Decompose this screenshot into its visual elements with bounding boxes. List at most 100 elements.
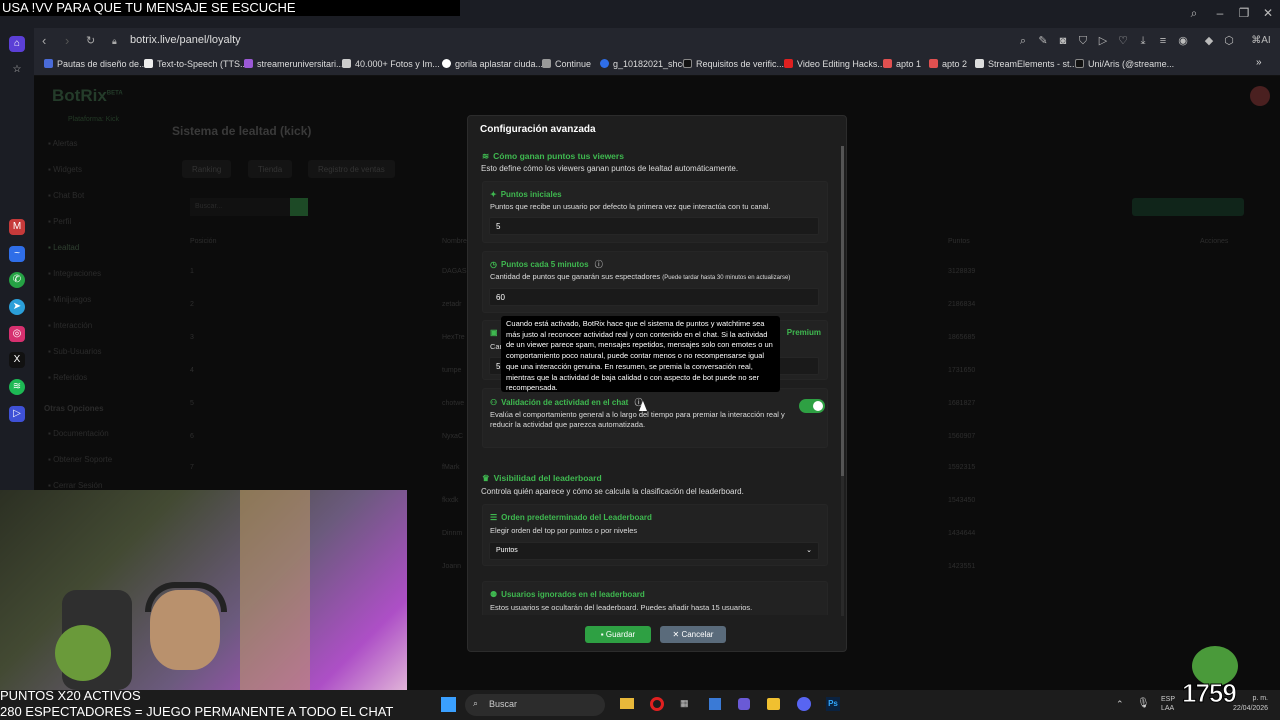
whatsapp-icon[interactable]: ✆: [9, 272, 25, 288]
initial-points-input[interactable]: 5: [489, 217, 819, 235]
points-5min-input[interactable]: 60: [489, 288, 819, 306]
nav-minijuegos[interactable]: ▪ Minijuegos: [48, 295, 91, 304]
table-row-name: tumpe: [442, 367, 462, 374]
cancel-button[interactable]: ✕ Cancelar: [660, 626, 726, 643]
bookmark-item[interactable]: streameruniversitari...: [244, 59, 344, 69]
nav-widgets[interactable]: ▪ Widgets: [48, 165, 82, 174]
player-icon[interactable]: ▷: [9, 406, 25, 422]
microphone-icon[interactable]: 🎙︎: [1137, 698, 1150, 709]
table-row-name: zetadr: [442, 301, 462, 308]
nav-documentacion[interactable]: ▪ Documentación: [48, 429, 109, 438]
ranking-search-input[interactable]: Buscar...: [190, 198, 290, 216]
instagram-icon[interactable]: ◎: [9, 326, 25, 342]
bookmark-item[interactable]: apto 1: [883, 59, 921, 69]
nav-cerrar-sesion[interactable]: ▪ Cerrar Sesión: [48, 481, 102, 490]
bookmark-item[interactable]: Uni/Aris (@streame...: [1075, 59, 1174, 69]
nav-soporte[interactable]: ▪ Obtener Soporte: [48, 455, 112, 464]
store-bag-icon[interactable]: [767, 698, 780, 710]
extension-icon[interactable]: ◆: [1203, 35, 1215, 47]
bookmark-item[interactable]: apto 2: [929, 59, 967, 69]
messenger-icon[interactable]: ~: [9, 246, 25, 262]
download-icon[interactable]: ⤓: [1137, 35, 1149, 47]
menu-icon[interactable]: ≡: [1157, 35, 1169, 47]
activity-validation-toggle[interactable]: [799, 399, 825, 413]
home-icon[interactable]: ⌂: [9, 36, 25, 52]
avatar[interactable]: [1250, 86, 1270, 106]
folder-icon[interactable]: [620, 698, 634, 709]
opera-icon[interactable]: [650, 697, 664, 711]
search-icon[interactable]: ⌕: [1186, 6, 1202, 21]
tab-registro[interactable]: Registro de ventas: [308, 160, 395, 178]
play-icon[interactable]: ▷: [1097, 35, 1109, 47]
ai-button[interactable]: ⌘AI: [1246, 35, 1276, 47]
nav-perfil[interactable]: ▪ Perfil: [48, 217, 71, 226]
default-order-select[interactable]: Puntos ⌄: [489, 542, 819, 560]
bookmark-item[interactable]: Text-to-Speech (TTS...: [144, 59, 248, 69]
clock-icon: ◷: [490, 260, 497, 269]
initial-points-desc: Puntos que recibe un usuario por defecto…: [490, 202, 771, 211]
info-icon[interactable]: ⓘ: [595, 260, 603, 269]
reload-icon[interactable]: ↻: [86, 34, 95, 47]
table-row-points: 2186834: [948, 301, 976, 308]
camera-icon[interactable]: ◙: [1057, 35, 1069, 47]
nav-interaccion[interactable]: ▪ Interacción: [48, 321, 92, 330]
ranking-search-button[interactable]: [290, 198, 308, 216]
modal-scrollbar[interactable]: [841, 146, 844, 616]
chevron-up-icon[interactable]: ⌃: [1116, 699, 1124, 710]
shield-icon[interactable]: ⛉: [1077, 35, 1089, 47]
edit-icon[interactable]: ✎: [1037, 35, 1049, 47]
telegram-icon[interactable]: ➤: [9, 299, 25, 315]
gmail-icon[interactable]: M: [9, 219, 25, 235]
heart-icon[interactable]: ♡: [1117, 35, 1129, 47]
nav-lealtad[interactable]: ▪ Lealtad: [48, 243, 79, 252]
restore-icon[interactable]: ❐: [1236, 6, 1252, 20]
nav-chatbot[interactable]: ▪ Chat Bot: [48, 191, 84, 200]
nav-referidos[interactable]: ▪ Referidos: [48, 373, 87, 382]
nav-alertas[interactable]: ▪ Alertas: [48, 139, 78, 148]
bookmark-item[interactable]: Pautas de diseño de...: [44, 59, 147, 69]
nav-subusuarios[interactable]: ▪ Sub-Usuarios: [48, 347, 102, 356]
teams-icon[interactable]: [738, 698, 750, 710]
language-indicator[interactable]: ESP LAA: [1161, 695, 1175, 713]
modal-title: Configuración avanzada: [480, 124, 596, 135]
back-icon[interactable]: ‹: [42, 33, 46, 48]
wallet-icon[interactable]: ⬡: [1223, 35, 1235, 47]
zoom-icon[interactable]: ⌕: [1017, 35, 1029, 47]
tab-tienda[interactable]: Tienda: [248, 160, 293, 178]
table-row-name: fMark: [442, 464, 460, 471]
table-row-pos: 2: [190, 301, 194, 308]
windows-start-icon[interactable]: [441, 697, 456, 712]
minimize-icon[interactable]: –: [1212, 6, 1228, 20]
list-icon: ☰: [490, 513, 498, 522]
table-row-points: 1560907: [948, 433, 976, 440]
taskbar-search[interactable]: ⌕ Buscar: [465, 694, 605, 716]
bookmark-item[interactable]: 40.000+ Fotos y Im...: [342, 59, 440, 69]
bookmark-item[interactable]: Video Editing Hacks...: [784, 59, 885, 69]
ignored-users-desc: Estos usuarios se ocultarán del leaderbo…: [490, 603, 753, 612]
section-earn-points-title: ≋ Cómo ganan puntos tus viewers: [482, 151, 624, 161]
more-bookmarks-icon[interactable]: »: [1256, 57, 1262, 68]
star-icon[interactable]: ☆: [9, 62, 25, 78]
forward-icon[interactable]: ›: [65, 33, 69, 48]
save-button[interactable]: ▪ Guardar: [585, 626, 651, 643]
profile-icon[interactable]: ◉: [1177, 35, 1189, 47]
spotify-icon[interactable]: ≋: [9, 379, 25, 395]
url-input[interactable]: botrix.live/panel/loyalty: [130, 34, 241, 46]
stream-counter: 1759: [1182, 678, 1238, 709]
bookmark-item[interactable]: Requisitos de verific...: [683, 59, 784, 69]
table-row-name: fkxdk: [442, 497, 459, 504]
bookmark-item[interactable]: gorila aplastar ciuda...: [442, 59, 543, 69]
table-row-name: HexTre: [442, 334, 465, 341]
nav-integraciones[interactable]: ▪ Integraciones: [48, 269, 101, 278]
tab-ranking[interactable]: Ranking: [182, 160, 232, 178]
app-icon[interactable]: ▦: [680, 698, 692, 710]
x-icon[interactable]: X: [9, 352, 25, 368]
bookmark-item[interactable]: StreamElements - st...: [975, 59, 1077, 69]
add-button[interactable]: [1132, 198, 1244, 216]
store-icon[interactable]: [709, 698, 721, 710]
close-icon[interactable]: ✕: [1260, 6, 1276, 20]
bookmark-item[interactable]: g_10182021_shcc: [600, 59, 687, 69]
photoshop-icon[interactable]: Ps: [826, 697, 840, 711]
bookmark-item[interactable]: Continue: [542, 59, 591, 69]
discord-icon[interactable]: [797, 697, 811, 711]
